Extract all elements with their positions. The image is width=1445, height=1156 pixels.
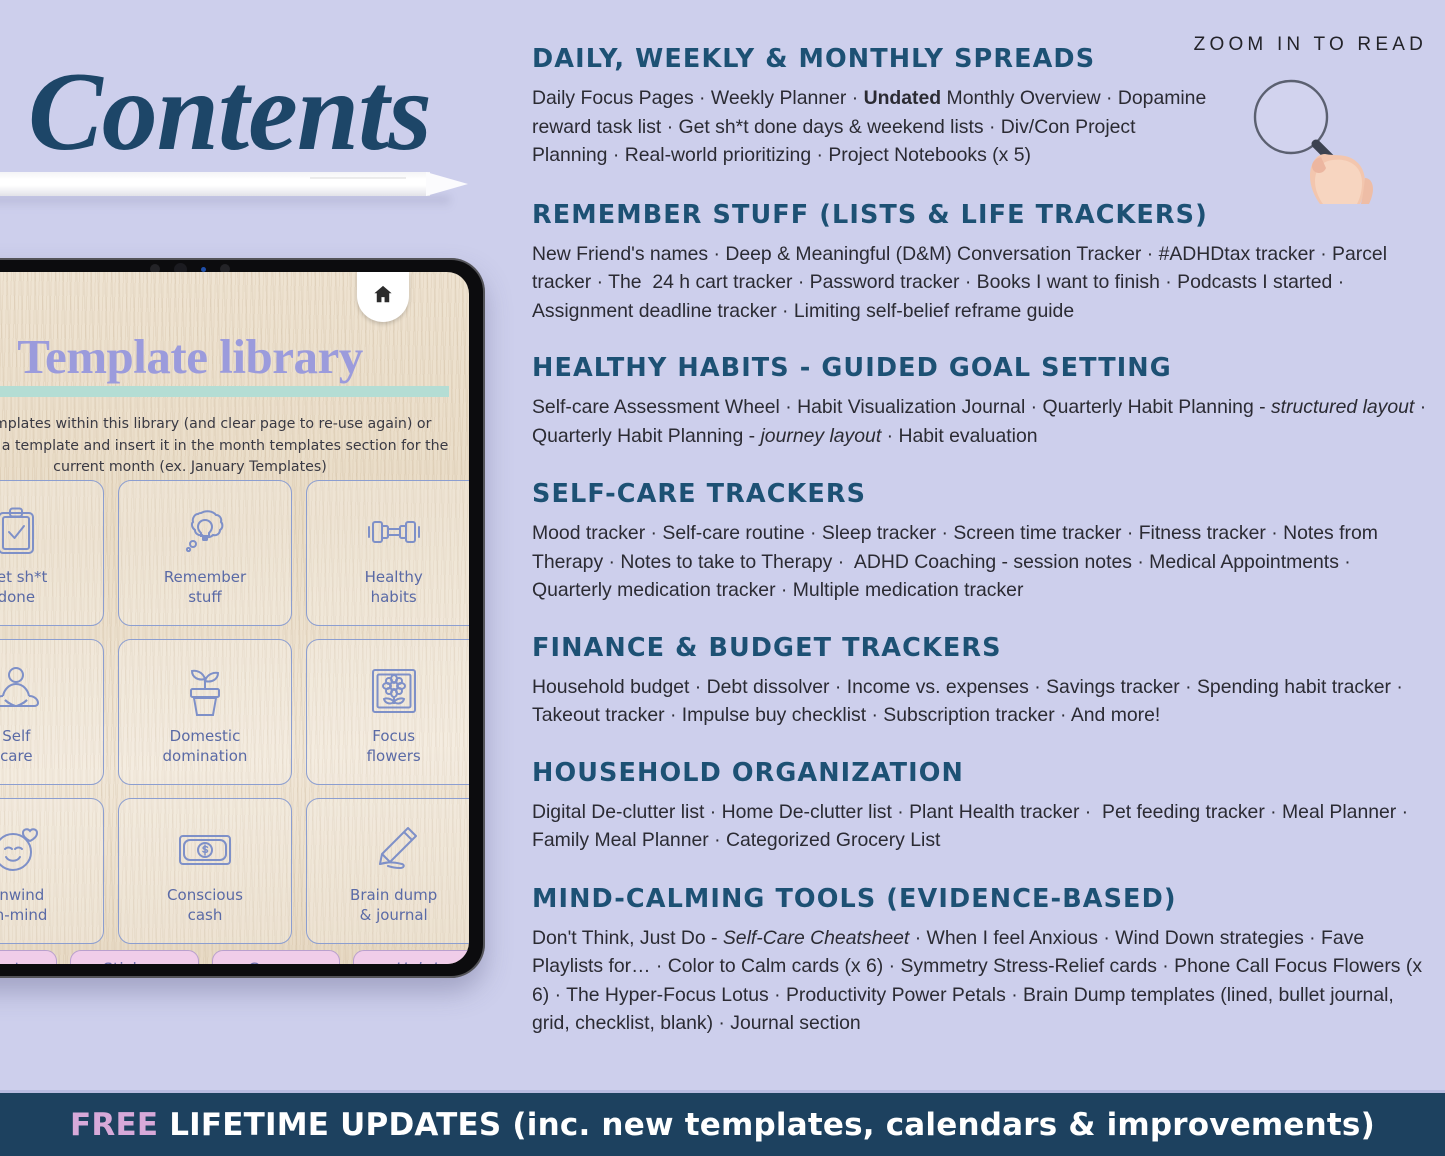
stylus-groove (310, 177, 406, 179)
contents-page: Contents Template library mplates within… (0, 0, 1445, 1156)
section-household-organization: Household Organization Digital De-clutte… (532, 758, 1432, 855)
stylus-pen-illustration (0, 172, 470, 208)
tile-self-care[interactable]: Self care (0, 639, 104, 785)
section-finance-budget-trackers: Finance & Budget Trackers Household budg… (532, 633, 1432, 730)
tile-label: Get sh*t done (0, 568, 48, 606)
nav-button-contents[interactable]: Contents (0, 950, 58, 964)
tile-remember-stuff[interactable]: Remember stuff (117, 480, 293, 626)
section-heading: Self-Care Trackers (532, 479, 867, 510)
tile-label: Self care (0, 727, 33, 765)
section-body: Self-care Assessment Wheel · Habit Visua… (532, 396, 1427, 447)
tile-focus-flowers[interactable]: Focus flowers (306, 639, 469, 785)
banner-text: FREE LIFETIME UPDATES (inc. new template… (70, 1107, 1375, 1143)
section-heading: Healthy Habits - Guided Goal Setting (532, 353, 1172, 384)
contents-sections: Daily, Weekly & Monthly Spreads Daily Fo… (532, 44, 1432, 1038)
section-mind-calming-tools: Mind-Calming Tools (Evidence-Based) Don'… (532, 884, 1432, 1038)
pencil-writing-icon (368, 821, 420, 879)
section-self-care-trackers: Self-Care Trackers Mood tracker · Self-c… (532, 479, 1432, 605)
section-remember-stuff: Remember Stuff (Lists & Life Trackers) N… (532, 200, 1432, 326)
tile-unwind-un-mind[interactable]: Unwind un-mind (0, 798, 104, 944)
tile-get-sht-done[interactable]: Get sh*t done (0, 480, 104, 626)
section-body: Daily Focus Pages · Weekly Planner · Und… (532, 87, 1207, 167)
section-heading: Household Organization (532, 757, 964, 788)
left-column: Contents Template library mplates within… (0, 0, 500, 1090)
section-heading: Finance & Budget Trackers (532, 632, 1002, 663)
tablet-nav-row: Contents Stickers Covers Help! (0, 950, 469, 964)
banknote-dollar-icon (176, 821, 234, 879)
stylus-shadow (0, 196, 450, 208)
template-tile-grid: Get sh*t done Remember s (0, 480, 469, 944)
lightbulb-thought-icon (179, 503, 231, 561)
section-body: Digital De-clutter list · Home De-clutte… (532, 800, 1409, 852)
page-title: Contents (28, 50, 432, 174)
indicator-light (201, 266, 206, 272)
section-heading: Mind-Calming Tools (Evidence-Based) (532, 883, 1177, 914)
framed-flower-icon (369, 662, 419, 720)
lifetime-updates-banner: FREE LIFETIME UPDATES (inc. new template… (0, 1090, 1445, 1156)
section-healthy-habits: Healthy Habits - Guided Goal Setting Sel… (532, 353, 1432, 450)
home-button[interactable] (357, 272, 409, 322)
tile-label: Brain dump & journal (350, 886, 438, 924)
meditation-icon (0, 662, 45, 720)
stylus-barrel (0, 172, 430, 196)
library-title: Template library (17, 329, 363, 384)
tile-label: Focus flowers (366, 727, 421, 765)
dumbbell-icon (365, 503, 423, 561)
tablet-device: Template library Use templates within th… (0, 258, 485, 978)
banner-free-word: FREE (70, 1106, 159, 1143)
tile-healthy-habits[interactable]: Healthy habits (306, 480, 469, 626)
section-daily-weekly-monthly-spreads: Daily, Weekly & Monthly Spreads Daily Fo… (532, 44, 1432, 170)
tile-conscious-cash[interactable]: Conscious cash (117, 798, 293, 944)
clipboard-check-icon (0, 503, 38, 561)
section-heading: Daily, Weekly & Monthly Spreads (532, 44, 1096, 74)
section-body: Mood tracker · Self-care routine · Sleep… (532, 522, 1378, 602)
section-body: Don't Think, Just Do - Self-Care Cheatsh… (532, 926, 1423, 1035)
library-title-underline (0, 386, 449, 397)
nav-button-help[interactable]: Help! (352, 950, 469, 964)
library-description: Use templates within this library (and c… (0, 416, 449, 476)
tile-label: Unwind un-mind (0, 886, 48, 924)
section-body: Household budget · Debt dissolver · Inco… (532, 675, 1403, 727)
tile-label: Conscious cash (167, 886, 243, 924)
section-heading: Remember Stuff (Lists & Life Trackers) (532, 199, 1208, 230)
nav-button-stickers[interactable]: Stickers (70, 950, 199, 964)
home-icon (374, 285, 392, 303)
banner-rest-text: LIFETIME UPDATES (inc. new templates, ca… (158, 1106, 1375, 1143)
tile-label: Healthy habits (364, 568, 423, 606)
stylus-tip (426, 172, 468, 196)
tablet-screen: Template library Use templates within th… (0, 272, 469, 964)
section-body: New Friend's names · Deep & Meaningful (… (532, 242, 1388, 322)
tile-brain-dump-journal[interactable]: Brain dump & journal (306, 798, 469, 944)
tile-label: Remember stuff (163, 568, 247, 606)
calm-face-heart-icon (0, 821, 43, 879)
potted-plant-icon (180, 662, 230, 720)
nav-button-covers[interactable]: Covers (211, 950, 340, 964)
tile-label: Domestic domination (162, 727, 248, 765)
tile-domestic-domination[interactable]: Domestic domination (117, 639, 293, 785)
